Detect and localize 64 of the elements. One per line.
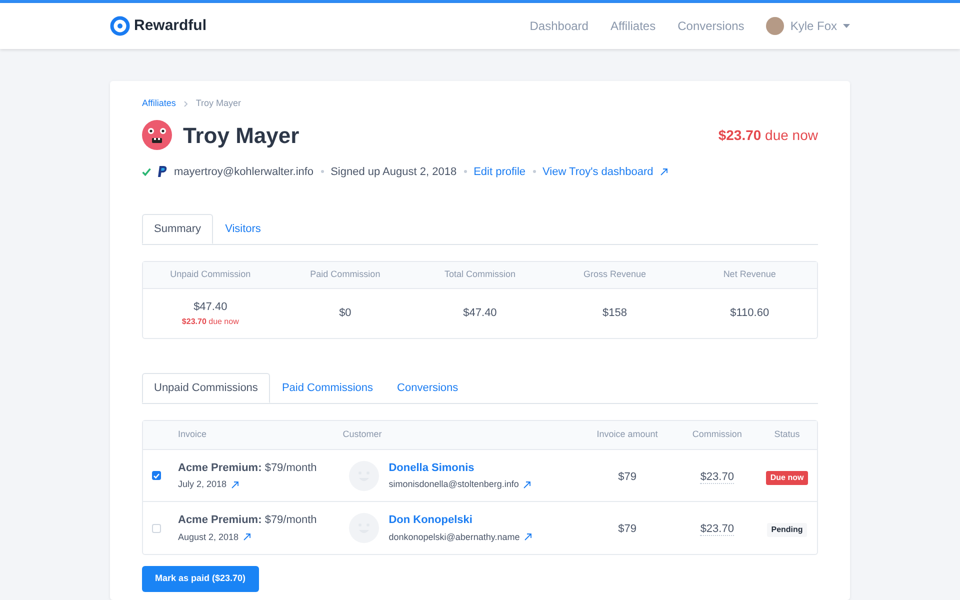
column-header: Status (774, 429, 800, 440)
column-header: Gross Revenue (582, 268, 648, 282)
column-header: Total Commission (443, 268, 516, 282)
tab[interactable]: Paid Commissions (270, 373, 386, 403)
smiley-avatar-icon (348, 513, 379, 543)
column-header: Unpaid Commission (169, 268, 252, 282)
affiliate-email: mayertroy@kohlerwalter.info (174, 164, 314, 180)
nav-link[interactable]: Conversions (678, 17, 744, 35)
tab[interactable]: Visitors (213, 214, 273, 244)
invoice-amount: $79 (618, 470, 636, 482)
column-header: Paid Commission (309, 268, 382, 282)
customer-name-link[interactable]: Don Konopelski (388, 512, 532, 528)
tab[interactable]: Unpaid Commissions (142, 373, 270, 403)
row-checkbox[interactable] (152, 471, 161, 480)
customer-name-link[interactable]: Donella Simonis (388, 460, 531, 476)
edit-profile-link[interactable]: Edit profile (474, 164, 526, 180)
nav-link[interactable]: Affiliates (610, 17, 656, 35)
tab[interactable]: Summary (142, 214, 214, 244)
external-link-icon[interactable] (522, 480, 531, 489)
external-link-icon[interactable] (242, 533, 251, 542)
status-badge: Pending (767, 523, 807, 537)
commission-amount: $23.70 (700, 470, 734, 484)
invoice-plan: Acme Premium: $79/month (178, 460, 317, 476)
invoice-amount: $79 (618, 523, 636, 535)
signup-date: Signed up August 2, 2018 (330, 164, 457, 180)
summary-value: $0 (339, 306, 352, 322)
customer-email: simonisdonella@stoltenberg.info (388, 478, 519, 491)
breadcrumb-link[interactable]: Affiliates (142, 97, 176, 110)
column-header: Net Revenue (722, 268, 777, 282)
user-name[interactable]: Kyle Fox (790, 17, 837, 35)
summary-value: $47.40 (463, 306, 497, 322)
affiliate-name: Troy Mayer (183, 122, 300, 150)
column-header: Invoice amount (596, 429, 658, 440)
invoice-date: August 2, 2018 (178, 530, 239, 544)
column-header: Invoice (178, 429, 207, 440)
customer-email: donkonopelski@abernathy.name (388, 530, 520, 544)
summary-value: $158 (602, 306, 628, 322)
column-header: Commission (692, 429, 742, 440)
dashboard-link[interactable]: View Troy's dashboard (542, 164, 654, 180)
chevron-icon (184, 100, 188, 107)
nav-link[interactable]: Dashboard (530, 17, 588, 35)
invoice-plan: Acme Premium: $79/month (178, 513, 317, 528)
breadcrumb-current: Troy Mayer (196, 97, 242, 110)
invoice-date: July 2, 2018 (178, 478, 227, 491)
brand-name[interactable]: Rewardful (134, 14, 207, 38)
external-link-icon[interactable] (524, 533, 532, 542)
column-header: Customer (342, 429, 382, 440)
status-badge: Due now (766, 470, 808, 484)
commission-amount: $23.70 (700, 523, 734, 536)
external-link-icon[interactable] (230, 480, 239, 489)
summary-value: $110.60 (730, 306, 770, 322)
avatar-monster-drawing (142, 120, 172, 150)
external-link-icon[interactable] (660, 168, 668, 176)
summary-value: $47.40 (194, 300, 228, 315)
due-note: $23.70 due now (182, 316, 239, 328)
caret-icon[interactable] (843, 24, 850, 28)
user-avatar[interactable] (766, 17, 784, 35)
logo-icon (110, 16, 130, 36)
smiley-avatar-icon (348, 460, 379, 490)
paypal-icon (158, 166, 167, 178)
due-amount: $23.70 due now (718, 126, 818, 144)
tab[interactable]: Conversions (385, 373, 470, 403)
row-checkbox[interactable] (152, 524, 161, 532)
mark-as-paid-button[interactable]: Mark as paid ($23.70) (142, 566, 259, 592)
